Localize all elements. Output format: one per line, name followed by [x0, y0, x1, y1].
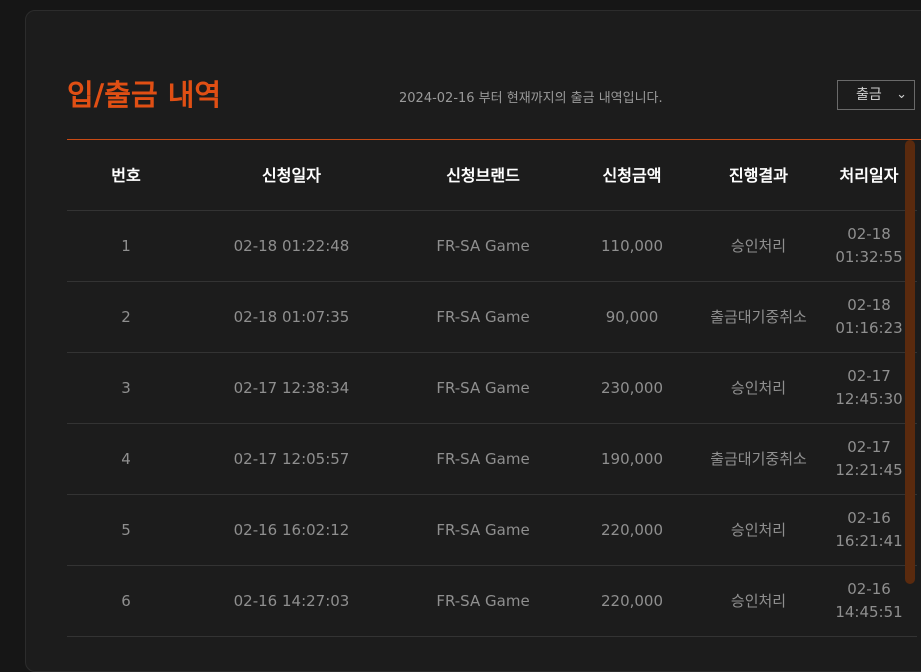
processed-time: 12:45:30 [835, 390, 903, 408]
cell-amount: 90,000 [605, 307, 659, 326]
cell-result: 승인처리 [730, 520, 787, 539]
cell-requested: 02-16 16:02:12 [233, 520, 350, 539]
cell-processed: 02-18 01:32:55 [821, 223, 917, 269]
cell-processed: 02-16 14:45:51 [821, 578, 917, 624]
cell-result: 출금대기중취소 [710, 307, 807, 326]
table-row: 6 02-16 14:27:03 FR-SA Game 220,000 승인처리… [67, 566, 917, 637]
cell-result: 승인처리 [730, 378, 787, 397]
page-title: 입/출금 내역 [67, 78, 222, 112]
cell-no: 1 [121, 236, 131, 255]
cell-requested: 02-18 01:07:35 [233, 307, 350, 326]
cell-no: 3 [121, 378, 131, 397]
processed-date: 02-18 [847, 225, 891, 243]
cell-brand: FR-SA Game [436, 449, 530, 468]
cell-result: 출금대기중취소 [710, 449, 807, 468]
cell-requested: 02-16 14:27:03 [233, 591, 350, 610]
processed-date: 02-16 [847, 580, 891, 598]
cell-result: 승인처리 [730, 236, 787, 255]
cell-amount: 190,000 [600, 449, 664, 468]
processed-time: 01:16:23 [835, 319, 903, 337]
history-table: 번호 신청일자 신청브랜드 신청금액 진행결과 처리일자 1 02-18 01:… [67, 140, 917, 637]
cell-brand: FR-SA Game [436, 520, 530, 539]
column-header-result: 진행결과 [729, 165, 788, 185]
cell-requested: 02-17 12:05:57 [233, 449, 350, 468]
table-header-row: 번호 신청일자 신청브랜드 신청금액 진행결과 처리일자 [67, 140, 917, 211]
cell-no: 5 [121, 520, 131, 539]
column-header-brand: 신청브랜드 [446, 165, 520, 185]
processed-time: 16:21:41 [835, 532, 903, 550]
table-scrollbar[interactable] [905, 140, 915, 584]
column-header-requested: 신청일자 [262, 165, 321, 185]
cell-processed: 02-17 12:21:45 [821, 436, 917, 482]
cell-amount: 220,000 [600, 520, 664, 539]
table-row: 2 02-18 01:07:35 FR-SA Game 90,000 출금대기중… [67, 282, 917, 353]
processed-time: 12:21:45 [835, 461, 903, 479]
cell-brand: FR-SA Game [436, 591, 530, 610]
chevron-down-icon: ⌄ [896, 87, 907, 102]
cell-processed: 02-16 16:21:41 [821, 507, 917, 553]
processed-date: 02-16 [847, 509, 891, 527]
table-row: 3 02-17 12:38:34 FR-SA Game 230,000 승인처리… [67, 353, 917, 424]
processed-time: 01:32:55 [835, 248, 903, 266]
column-header-amount: 신청금액 [602, 165, 662, 185]
cell-brand: FR-SA Game [436, 236, 530, 255]
table-row: 1 02-18 01:22:48 FR-SA Game 110,000 승인처리… [67, 211, 917, 282]
cell-amount: 230,000 [600, 378, 664, 397]
history-panel: 입/출금 내역 2024-02-16 부터 현재까지의 출금 내역입니다. 출금… [25, 10, 921, 672]
type-filter-value: 출금 [856, 87, 882, 103]
cell-no: 6 [121, 591, 131, 610]
cell-amount: 110,000 [600, 236, 664, 255]
cell-brand: FR-SA Game [436, 378, 530, 397]
cell-processed: 02-17 12:45:30 [821, 365, 917, 411]
table-row: 5 02-16 16:02:12 FR-SA Game 220,000 승인처리… [67, 495, 917, 566]
cell-no: 2 [121, 307, 131, 326]
cell-requested: 02-17 12:38:34 [233, 378, 350, 397]
processed-date: 02-18 [847, 296, 891, 314]
cell-result: 승인처리 [730, 591, 787, 610]
cell-amount: 220,000 [600, 591, 664, 610]
column-header-processed: 처리일자 [839, 165, 899, 185]
processed-date: 02-17 [847, 438, 891, 456]
cell-no: 4 [121, 449, 131, 468]
cell-processed: 02-18 01:16:23 [821, 294, 917, 340]
cell-requested: 02-18 01:22:48 [233, 236, 350, 255]
column-header-no: 번호 [111, 165, 141, 185]
type-filter-select[interactable]: 출금 ⌄ [837, 80, 915, 110]
page-subtitle: 2024-02-16 부터 현재까지의 출금 내역입니다. [399, 91, 663, 106]
processed-time: 14:45:51 [835, 603, 903, 621]
processed-date: 02-17 [847, 367, 891, 385]
cell-brand: FR-SA Game [436, 307, 530, 326]
table-row: 4 02-17 12:05:57 FR-SA Game 190,000 출금대기… [67, 424, 917, 495]
